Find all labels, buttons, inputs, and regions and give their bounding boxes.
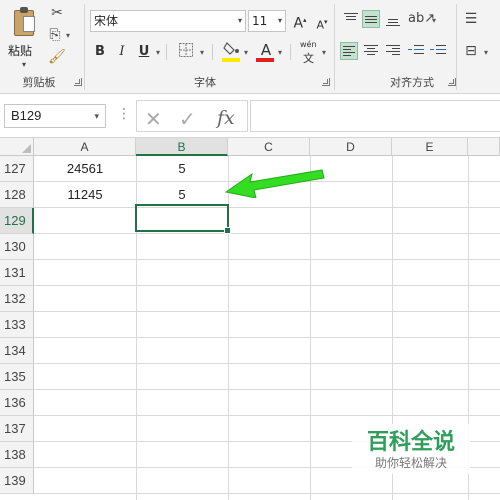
phonetic-bottom: 文: [303, 52, 314, 65]
active-cell-b129[interactable]: [135, 204, 231, 234]
watermark-title: 百科全说: [366, 430, 455, 455]
copy-icon[interactable]: ⎘: [46, 26, 64, 44]
wrap-text-icon[interactable]: ☰: [462, 10, 480, 28]
row-header-129[interactable]: 129: [0, 208, 34, 234]
enter-icon[interactable]: ✓: [179, 107, 196, 131]
row-header-136[interactable]: 136: [0, 390, 34, 416]
bottom-align-icon[interactable]: [384, 10, 402, 28]
clipboard-icon: [14, 7, 35, 36]
row-header-131[interactable]: 131: [0, 260, 34, 286]
column-header-b[interactable]: B: [136, 138, 228, 156]
shrink-font-icon: A: [316, 18, 324, 32]
cell-a128[interactable]: 11245: [34, 182, 136, 208]
font-name-select[interactable]: 宋体 ▾: [90, 10, 246, 32]
row-header-128[interactable]: 128: [0, 182, 34, 208]
fill-color-swatch: [222, 58, 240, 62]
merge-dropdown-icon[interactable]: ▾: [484, 48, 488, 57]
insert-function-icon[interactable]: fx: [217, 107, 235, 129]
italic-button[interactable]: I: [112, 42, 132, 62]
font-size-select[interactable]: 11 ▾: [248, 10, 286, 32]
alignment-launcher-icon[interactable]: [448, 78, 456, 86]
align-center-icon[interactable]: [362, 42, 380, 60]
increase-indent-icon[interactable]: [430, 42, 448, 60]
chevron-down-icon[interactable]: ▾: [94, 105, 99, 127]
cell-a127[interactable]: 24561: [34, 156, 136, 182]
chevron-down-icon: ▾: [237, 16, 242, 25]
font-name-value: 宋体: [94, 14, 119, 28]
name-box-value: B129: [11, 108, 42, 123]
formula-bar: B129 ▾ ⋮ ✕ ✓ fx: [0, 94, 500, 138]
border-icon: [179, 43, 193, 57]
column-header-d[interactable]: D: [310, 138, 392, 156]
format-painter-icon[interactable]: 🖌: [48, 48, 66, 66]
row-header-135[interactable]: 135: [0, 364, 34, 390]
underline-dropdown-icon[interactable]: ▾: [156, 48, 160, 57]
middle-align-icon[interactable]: [362, 10, 380, 28]
font-group-label: 字体: [194, 76, 216, 89]
fill-color-button[interactable]: [222, 40, 242, 60]
font-color-swatch: [256, 58, 274, 62]
paint-bucket-icon: [223, 42, 239, 55]
copy-dropdown-icon[interactable]: ▾: [66, 31, 70, 40]
grow-font-button[interactable]: A▴: [290, 10, 310, 32]
grow-font-icon: A: [293, 15, 304, 32]
decrease-indent-icon[interactable]: [408, 42, 426, 60]
row-header-130[interactable]: 130: [0, 234, 34, 260]
paste-label: 粘贴: [8, 44, 33, 58]
formula-buttons: ✕ ✓ fx: [136, 100, 248, 132]
chevron-down-icon: ▾: [277, 16, 282, 25]
border-dropdown-icon[interactable]: ▾: [200, 48, 204, 57]
cut-icon[interactable]: ✂: [48, 4, 66, 22]
row-header-134[interactable]: 134: [0, 338, 34, 364]
orientation-dropdown-icon[interactable]: ▾: [432, 16, 436, 25]
row-header-138[interactable]: 138: [0, 442, 34, 468]
row-header-139[interactable]: 139: [0, 468, 34, 494]
row-header-133[interactable]: 133: [0, 312, 34, 338]
top-align-icon[interactable]: [342, 10, 360, 28]
font-color-dropdown-icon[interactable]: ▾: [278, 48, 282, 57]
watermark-logo: 百科全说 助你轻松解决: [352, 424, 470, 474]
orientation-icon[interactable]: ab↗: [408, 10, 435, 28]
phonetic-button[interactable]: wén 文: [298, 40, 324, 65]
ribbon: 粘贴 ▾ ✂ ⎘ ▾ 🖌 剪贴板 宋体 ▾ 11 ▾ A▴ A▾ B I U ▾…: [0, 0, 500, 94]
merge-center-icon[interactable]: ⊟: [462, 42, 480, 60]
cell-b127[interactable]: 5: [136, 156, 228, 182]
row-header-132[interactable]: 132: [0, 286, 34, 312]
align-left-icon[interactable]: [340, 42, 358, 60]
shrink-font-button[interactable]: A▾: [312, 12, 332, 32]
clipboard-launcher-icon[interactable]: [74, 78, 82, 86]
row-header-137[interactable]: 137: [0, 416, 34, 442]
column-header-e[interactable]: E: [392, 138, 468, 156]
bold-button[interactable]: B: [90, 42, 110, 62]
name-box[interactable]: B129 ▾: [4, 104, 106, 128]
more-icon[interactable]: ⋮: [117, 106, 131, 122]
watermark-subtitle: 助你轻松解决: [374, 456, 447, 470]
column-header-c[interactable]: C: [228, 138, 310, 156]
cancel-icon[interactable]: ✕: [145, 107, 162, 131]
row-header-127[interactable]: 127: [0, 156, 34, 182]
phonetic-top: wén: [300, 40, 317, 49]
select-all-corner[interactable]: [0, 138, 34, 156]
font-size-value: 11: [252, 14, 268, 28]
border-button[interactable]: [176, 42, 196, 62]
column-header-a[interactable]: A: [34, 138, 136, 156]
column-header-f-partial[interactable]: [468, 138, 500, 156]
paste-dropdown-icon[interactable]: ▾: [22, 60, 26, 69]
clipboard-group-label: 剪贴板: [22, 76, 56, 89]
underline-button[interactable]: U: [134, 42, 154, 62]
alignment-group-label: 对齐方式: [390, 76, 434, 89]
paste-button[interactable]: 粘贴 ▾: [4, 4, 40, 69]
phonetic-dropdown-icon[interactable]: ▾: [322, 48, 326, 57]
fill-color-dropdown-icon[interactable]: ▾: [244, 48, 248, 57]
formula-input[interactable]: [250, 100, 500, 132]
align-right-icon[interactable]: [384, 42, 402, 60]
worksheet-grid[interactable]: A B C D E 127 128 129 130 131 132 133 13…: [0, 138, 500, 500]
font-color-button[interactable]: A: [256, 40, 276, 60]
font-launcher-icon[interactable]: [322, 78, 330, 86]
annotation-arrow-icon: [224, 169, 325, 198]
